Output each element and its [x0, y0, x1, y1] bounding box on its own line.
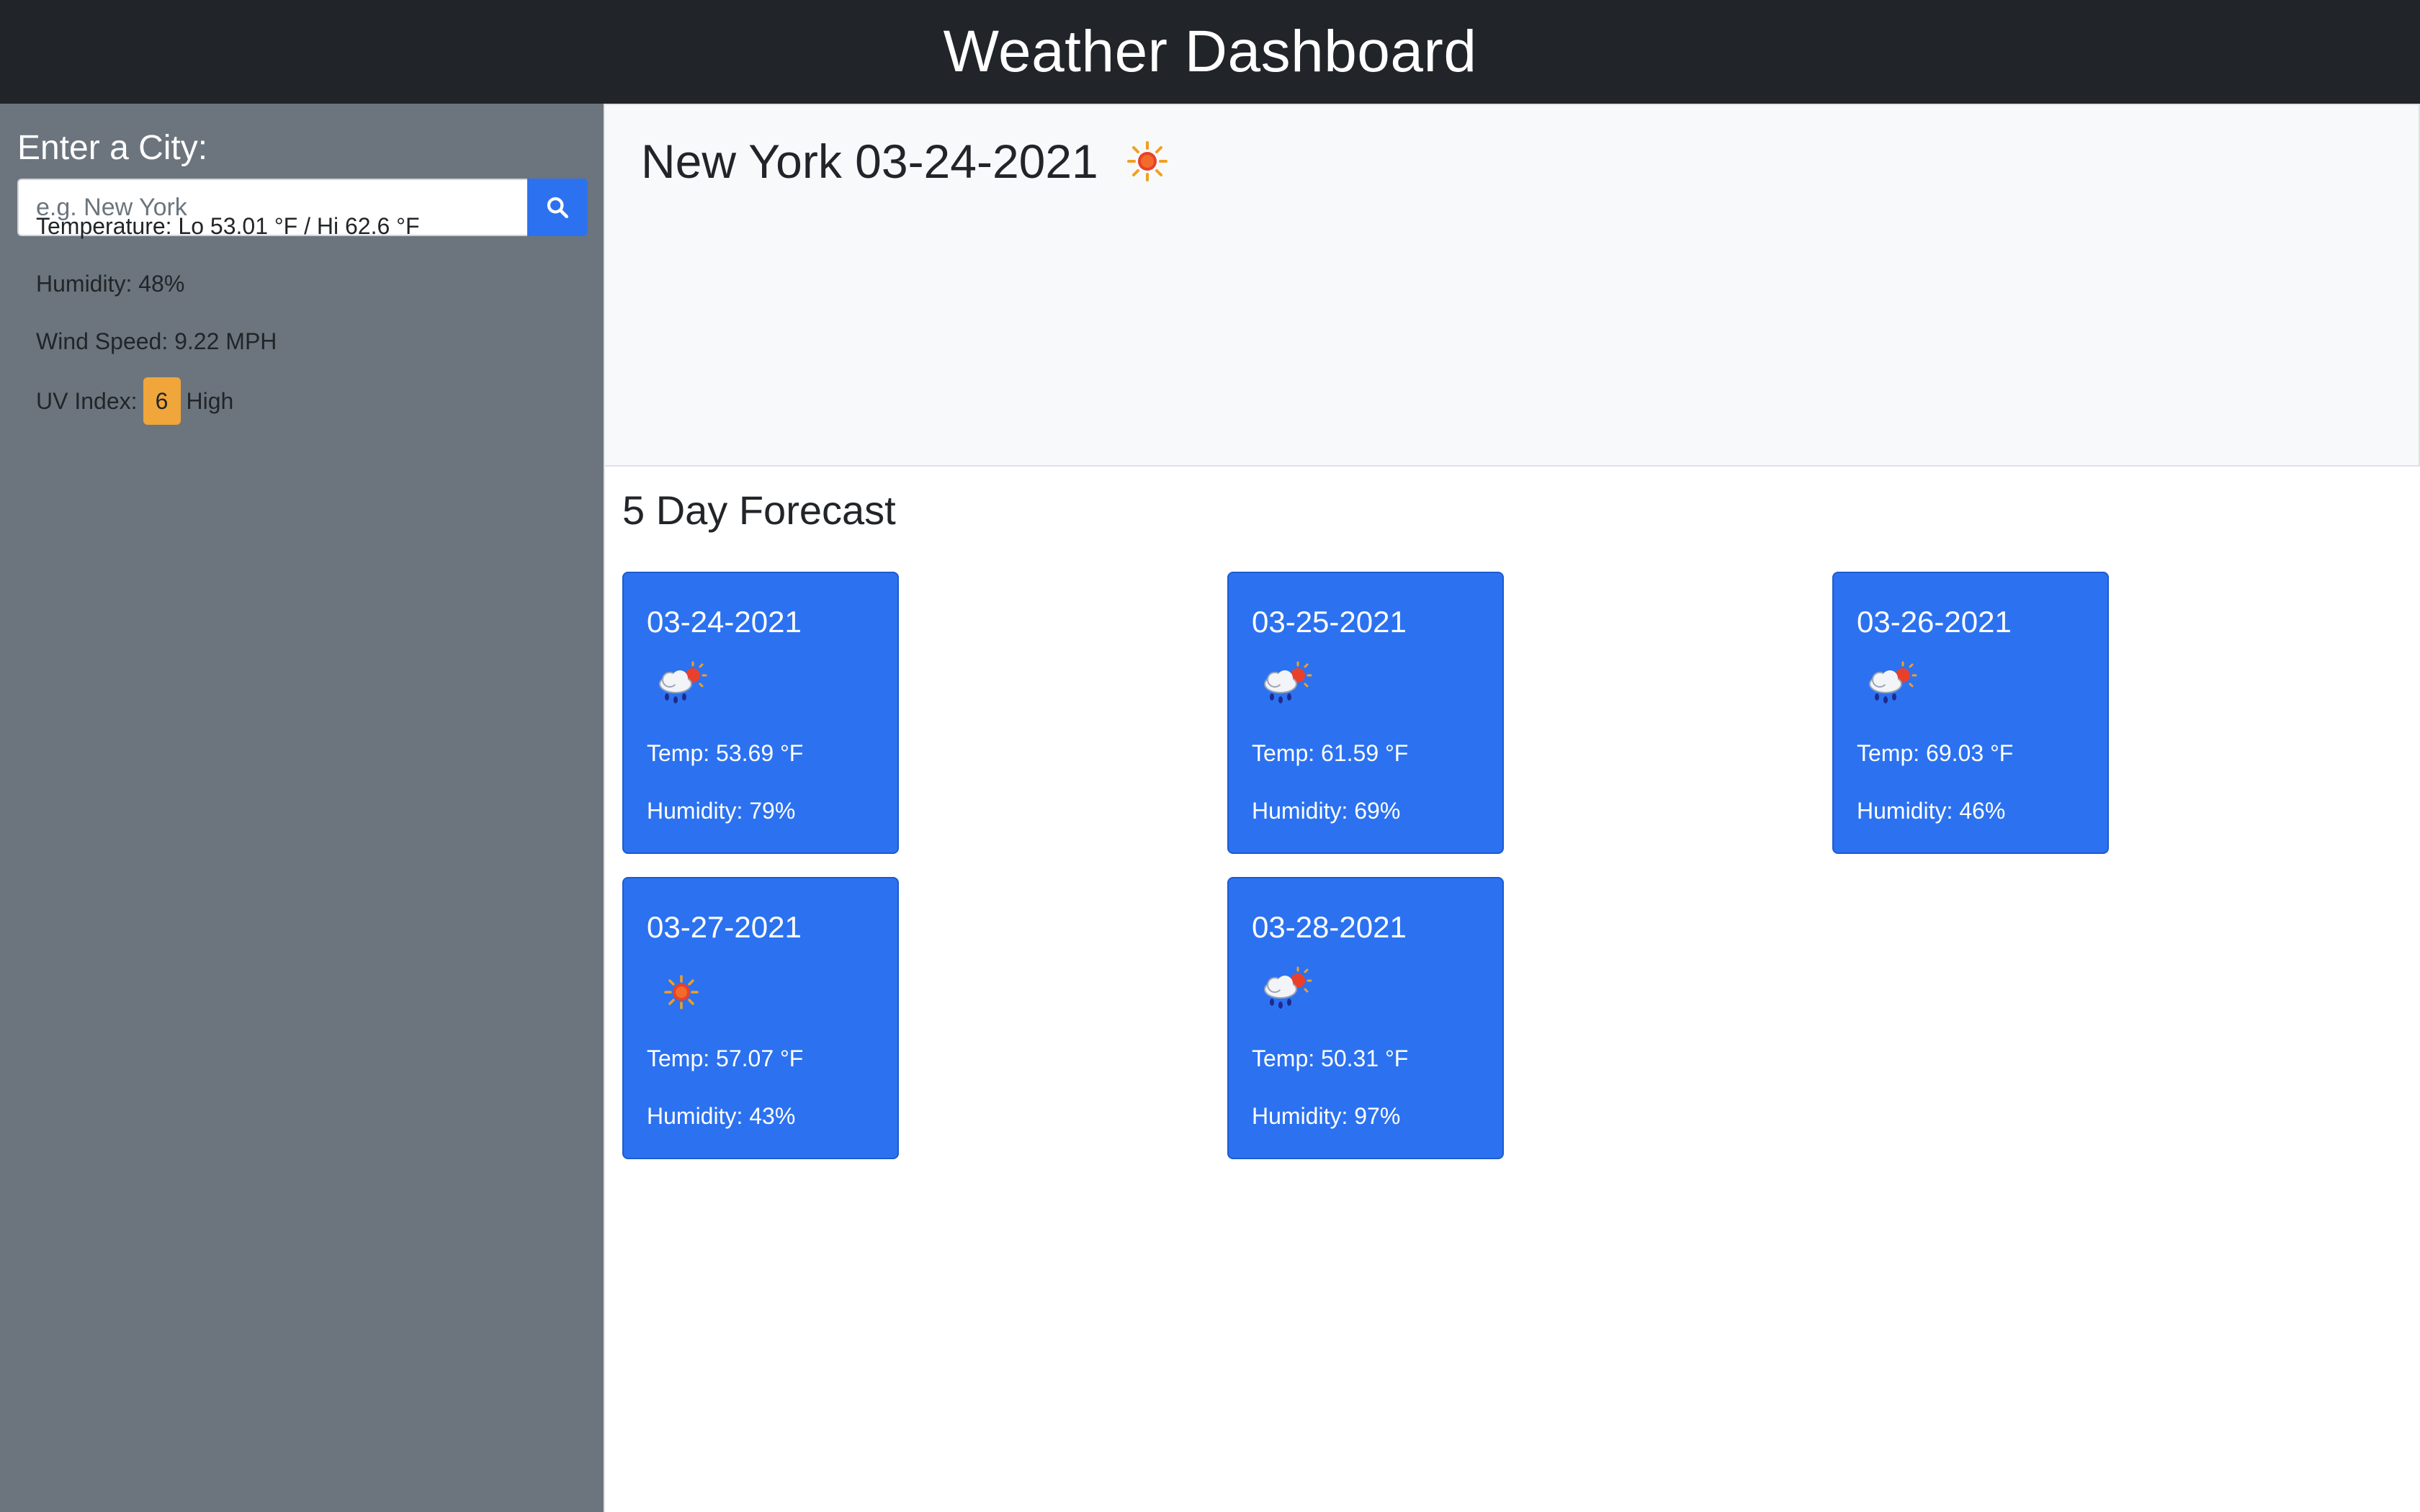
- current-title-row: New York 03-24-2021: [641, 134, 1170, 189]
- wind-label: Wind Speed:: [36, 328, 169, 354]
- forecast-temp: Temp: 69.03 °F: [1857, 740, 2014, 766]
- wind-value: 9.22 MPH: [174, 328, 277, 354]
- forecast-temp: Temp: 50.31 °F: [1252, 1045, 1409, 1071]
- uv-text: High: [186, 387, 234, 414]
- forecast-humidity: Humidity: 97%: [1252, 1103, 1401, 1129]
- forecast-humidity: Humidity: 79%: [647, 798, 796, 824]
- forecast-temp: Temp: 61.59 °F: [1252, 740, 1409, 766]
- forecast-humidity: Humidity: 46%: [1857, 798, 2006, 824]
- uv-label: UV Index:: [36, 387, 138, 414]
- forecast-card: 03-26-2021 Temp: 69.03 °F Humidity: 46%: [1832, 572, 2109, 854]
- forecast-date: 03-26-2021: [1857, 605, 2012, 639]
- forecast-card: 03-24-2021 Temp: 53.69 °F Humidity: 79%: [622, 572, 899, 854]
- sun-icon: [664, 975, 699, 1009]
- current-wind-speed: Wind Speed: 9.22 MPH: [36, 328, 277, 355]
- uv-badge: 6: [143, 377, 181, 425]
- forecast-card: 03-27-2021 Temp: 57.07 °F Humidity: 43%: [622, 877, 899, 1159]
- search-icon: [547, 197, 569, 219]
- sidebar: Enter a City:: [0, 104, 605, 1512]
- forecast-card: 03-25-2021 Temp: 61.59 °F Humidity: 69%: [1227, 572, 1504, 854]
- forecast-temp: Temp: 57.07 °F: [647, 1045, 804, 1071]
- rain-sun-icon: [1869, 661, 1917, 703]
- temperature-value: Lo 53.01 °F / Hi 62.6 °F: [178, 213, 420, 239]
- current-weather-card: New York 03-24-2021: [605, 104, 2420, 467]
- rain-sun-icon: [1264, 966, 1312, 1009]
- forecast-date: 03-27-2021: [647, 910, 802, 944]
- forecast-date: 03-28-2021: [1252, 910, 1407, 944]
- forecast-date: 03-25-2021: [1252, 605, 1407, 639]
- city-search-label: Enter a City:: [17, 129, 208, 167]
- forecast-humidity: Humidity: 69%: [1252, 798, 1401, 824]
- humidity-value: 48%: [138, 271, 185, 297]
- current-city-date: New York 03-24-2021: [641, 135, 1098, 188]
- rain-sun-icon: [659, 661, 707, 703]
- current-uv-index: UV Index: 6 High: [36, 377, 233, 425]
- forecast-card: 03-28-2021 Temp: 50.31 °F Humidity: 97%: [1227, 877, 1504, 1159]
- search-button[interactable]: [527, 179, 588, 236]
- current-temperature: Temperature: Lo 53.01 °F / Hi 62.6 °F: [36, 213, 420, 240]
- temperature-label: Temperature:: [36, 213, 172, 239]
- forecast-temp: Temp: 53.69 °F: [647, 740, 804, 766]
- sun-icon: [1126, 141, 1168, 181]
- forecast-date: 03-24-2021: [647, 605, 802, 639]
- current-humidity: Humidity: 48%: [36, 271, 184, 297]
- rain-sun-icon: [1264, 661, 1312, 703]
- app-header: Weather Dashboard: [0, 0, 2420, 104]
- forecast-title: 5 Day Forecast: [622, 487, 896, 533]
- app-title: Weather Dashboard: [943, 19, 1477, 84]
- forecast-humidity: Humidity: 43%: [647, 1103, 796, 1129]
- humidity-label: Humidity:: [36, 271, 133, 297]
